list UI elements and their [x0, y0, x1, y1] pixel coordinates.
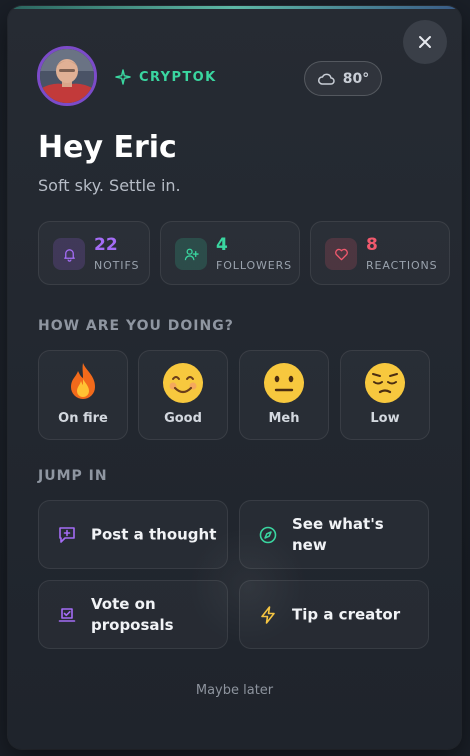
- action-label: Post a thought: [91, 525, 217, 543]
- vote-on-proposals-button[interactable]: Vote on proposals: [38, 580, 228, 649]
- reactions-count: 8: [366, 235, 378, 255]
- bell-icon: [53, 238, 85, 270]
- avatar[interactable]: [37, 46, 97, 106]
- cloud-icon: [317, 73, 335, 85]
- user-plus-icon: [175, 238, 207, 270]
- notifs-count: 22: [94, 235, 118, 255]
- close-icon: [419, 36, 431, 48]
- user-photo: [40, 49, 94, 103]
- mood-label: Low: [370, 411, 400, 426]
- smiling-face-emoji: [139, 361, 227, 405]
- stat-followers[interactable]: 4 FOLLOWERS: [160, 221, 300, 285]
- mood-label: Good: [164, 411, 202, 426]
- see-whats-new-button[interactable]: See what's new: [239, 500, 429, 569]
- reactions-label: REACTIONS: [366, 259, 438, 272]
- vote-icon: [57, 605, 77, 625]
- mood-label: Meh: [268, 411, 300, 426]
- action-label: Vote on proposals: [91, 594, 174, 634]
- mood-section-title: HOW ARE YOU DOING?: [38, 318, 234, 334]
- fire-emoji: [39, 361, 127, 405]
- stat-reactions[interactable]: 8 REACTIONS: [310, 221, 450, 285]
- weather-temperature: 80°: [342, 70, 370, 87]
- compass-icon: [258, 525, 278, 545]
- followers-label: FOLLOWERS: [216, 259, 293, 272]
- notifs-label: NOTIFS: [94, 259, 140, 272]
- greeting-subtitle: Soft sky. Settle in.: [38, 176, 181, 195]
- tip-creator-button[interactable]: Tip a creator: [239, 580, 429, 649]
- brand-name: CRYPTOK: [139, 69, 217, 85]
- stats-row: 22 NOTIFS 4 FOLLOWERS 8 REACTIONS: [38, 221, 461, 285]
- action-label: Tip a creator: [292, 605, 401, 623]
- pensive-face-emoji: [341, 361, 429, 405]
- mood-option-low[interactable]: Low: [340, 350, 430, 440]
- mood-option-meh[interactable]: Meh: [239, 350, 329, 440]
- brand: CRYPTOK: [115, 69, 217, 85]
- heart-icon: [325, 238, 357, 270]
- mood-option-on-fire[interactable]: On fire: [38, 350, 128, 440]
- weather-pill[interactable]: 80°: [304, 61, 382, 96]
- neutral-face-emoji: [240, 361, 328, 405]
- maybe-later-link[interactable]: Maybe later: [8, 683, 461, 698]
- greeting-title: Hey Eric: [38, 130, 177, 165]
- sparkle-icon: [115, 69, 131, 85]
- lightning-icon: [258, 605, 278, 625]
- stat-notifs[interactable]: 22 NOTIFS: [38, 221, 150, 285]
- welcome-card: CRYPTOK 80° Hey Eric Soft sky. Settle in…: [8, 6, 461, 749]
- post-thought-button[interactable]: Post a thought: [38, 500, 228, 569]
- mood-option-good[interactable]: Good: [138, 350, 228, 440]
- action-label: See what's new: [292, 514, 384, 554]
- close-button[interactable]: [403, 20, 447, 64]
- followers-count: 4: [216, 235, 228, 255]
- screen: CRYPTOK 80° Hey Eric Soft sky. Settle in…: [0, 0, 470, 756]
- mood-label: On fire: [58, 411, 108, 426]
- message-plus-icon: [57, 525, 77, 545]
- jump-in-section-title: JUMP IN: [38, 468, 108, 484]
